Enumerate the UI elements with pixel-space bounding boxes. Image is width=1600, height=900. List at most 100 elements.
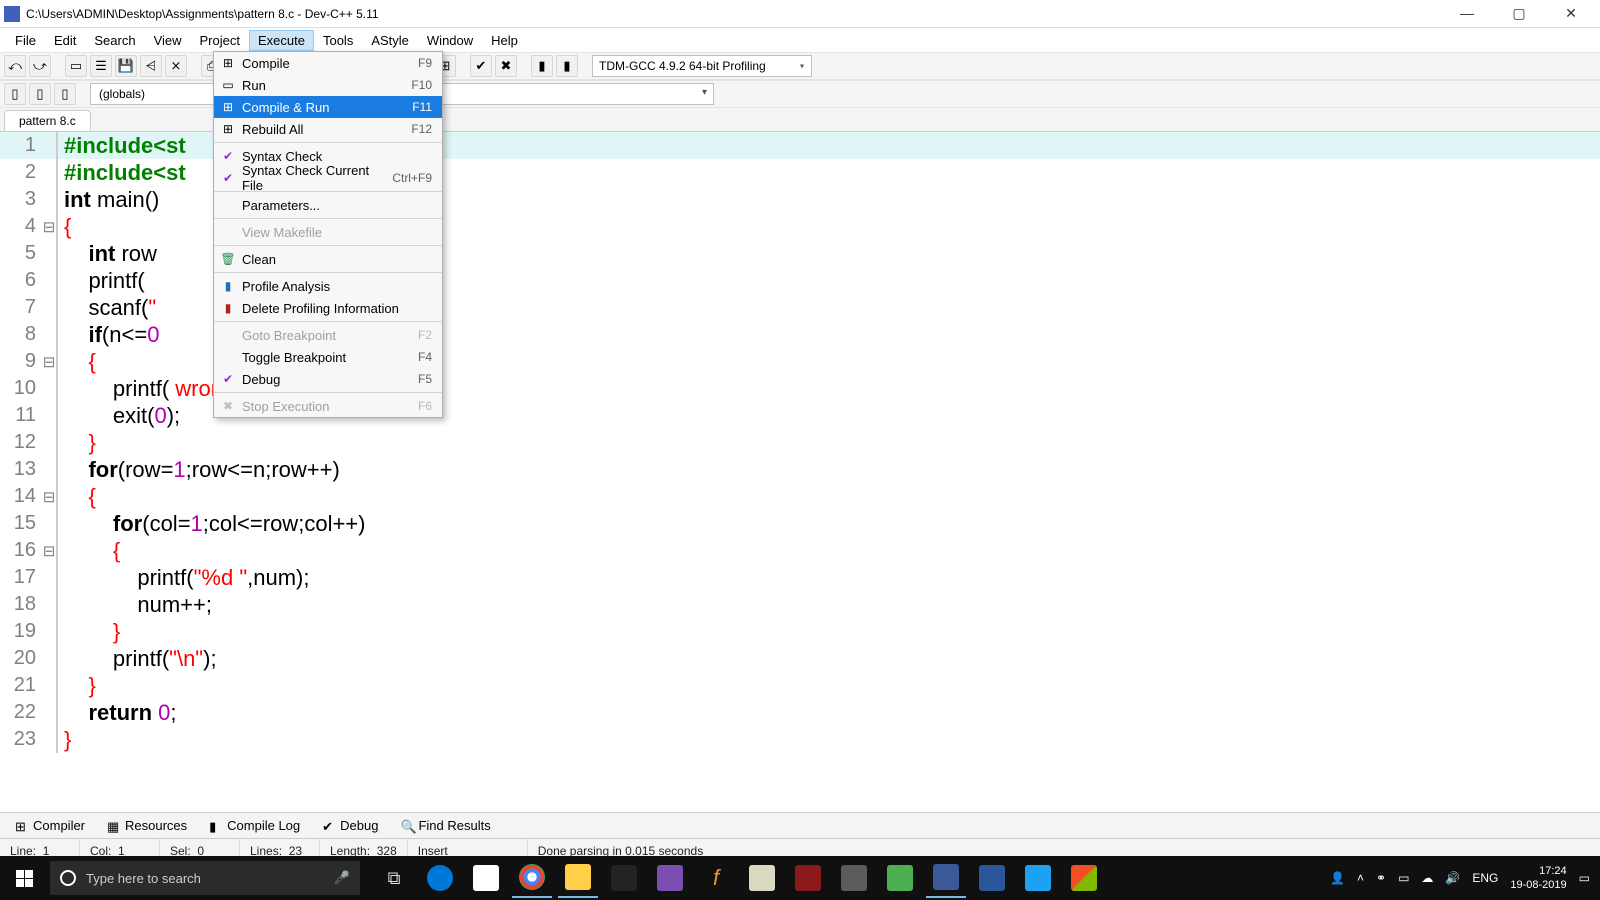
code-line[interactable]: 22 return 0;: [0, 699, 1600, 726]
code-line[interactable]: 12 }: [0, 429, 1600, 456]
edge-app[interactable]: [420, 858, 460, 898]
menu-item-delete-profiling-information[interactable]: ▮Delete Profiling Information: [214, 297, 442, 319]
file-explorer-app[interactable]: [558, 858, 598, 898]
tray-chevron-icon[interactable]: ˄: [1357, 871, 1364, 885]
stop-button[interactable]: ✖: [495, 55, 517, 77]
menu-view[interactable]: View: [145, 30, 191, 51]
battery-icon[interactable]: ▭: [1398, 871, 1409, 885]
menu-window[interactable]: Window: [418, 30, 482, 51]
fold-toggle[interactable]: ⊟: [42, 353, 56, 371]
toggle-bookmark-button[interactable]: ▯: [54, 83, 76, 105]
twitter-app[interactable]: [1018, 858, 1058, 898]
delete-profile-button[interactable]: ▮: [556, 55, 578, 77]
menu-file[interactable]: File: [6, 30, 45, 51]
save-button[interactable]: 💾: [115, 55, 137, 77]
code-line[interactable]: 20 printf("\n");: [0, 645, 1600, 672]
close-file-button[interactable]: ⨯: [165, 55, 187, 77]
task-view-button[interactable]: ⧉: [374, 858, 414, 898]
devcpp-app[interactable]: [926, 858, 966, 898]
debug-button[interactable]: ✔: [470, 55, 492, 77]
line-number: 17: [0, 566, 42, 589]
mail-app[interactable]: [834, 858, 874, 898]
back-button[interactable]: ⤺: [4, 55, 26, 77]
chrome-app[interactable]: [512, 858, 552, 898]
bottom-tab-compile-log[interactable]: ▮Compile Log: [200, 814, 309, 837]
compiler-selector-value: TDM-GCC 4.9.2 64-bit Profiling: [599, 59, 766, 73]
app-red[interactable]: [788, 858, 828, 898]
menu-execute[interactable]: Execute: [249, 30, 314, 51]
menu-edit[interactable]: Edit: [45, 30, 85, 51]
profile-button[interactable]: ▮: [531, 55, 553, 77]
menu-item-compile[interactable]: ⊞CompileF9: [214, 52, 442, 74]
fold-toggle[interactable]: ⊟: [42, 218, 56, 236]
menu-item-profile-analysis[interactable]: ▮Profile Analysis: [214, 275, 442, 297]
bottom-tab-label: Resources: [125, 818, 187, 833]
menu-item-clean[interactable]: 🗑Clean: [214, 248, 442, 270]
notepad-app[interactable]: [742, 858, 782, 898]
save-all-button[interactable]: ⩤: [140, 55, 162, 77]
onedrive-icon[interactable]: ☁: [1421, 871, 1433, 885]
menu-item-syntax-check-current-file[interactable]: ✔Syntax Check Current FileCtrl+F9: [214, 167, 442, 189]
code-line[interactable]: 17 printf("%d ",num);: [0, 564, 1600, 591]
code-text: }: [64, 619, 120, 645]
new-file-button[interactable]: ▭: [65, 55, 87, 77]
menu-help[interactable]: Help: [482, 30, 527, 51]
code-line[interactable]: 16⊟ {: [0, 537, 1600, 564]
fold-toggle[interactable]: ⊟: [42, 542, 56, 560]
menu-item-debug[interactable]: ✔DebugF5: [214, 368, 442, 390]
menu-astyle[interactable]: AStyle: [362, 30, 418, 51]
menu-item-toggle-breakpoint[interactable]: Toggle BreakpointF4: [214, 346, 442, 368]
onenote-app[interactable]: [650, 858, 690, 898]
wifi-icon[interactable]: ⚭: [1376, 871, 1386, 885]
code-line[interactable]: 15 for(col=1;col<=row;col++): [0, 510, 1600, 537]
word-app[interactable]: [972, 858, 1012, 898]
bottom-tab-resources[interactable]: ▦Resources: [98, 814, 196, 837]
terminal-app[interactable]: [604, 858, 644, 898]
volume-icon[interactable]: 🔊: [1445, 871, 1460, 885]
action-center-icon[interactable]: ▭: [1579, 871, 1590, 885]
close-button[interactable]: ✕: [1556, 5, 1586, 22]
code-line[interactable]: 19 }: [0, 618, 1600, 645]
bottom-tab-find-results[interactable]: 🔍Find Results: [391, 814, 499, 837]
minimize-button[interactable]: —: [1452, 5, 1482, 22]
execute-menu-dropdown: ⊞CompileF9▭RunF10⊞Compile & RunF11⊞Rebui…: [213, 51, 443, 418]
menu-search[interactable]: Search: [85, 30, 144, 51]
menu-item-compile-run[interactable]: ⊞Compile & RunF11: [214, 96, 442, 118]
open-button[interactable]: ☰: [90, 55, 112, 77]
mic-icon[interactable]: 🎤: [334, 870, 350, 886]
app-f[interactable]: f: [696, 858, 736, 898]
forward-button[interactable]: ⤻: [29, 55, 51, 77]
menu-item-icon: ⊞: [218, 56, 238, 70]
menu-item-label: Clean: [238, 252, 432, 267]
menu-item-label: Profile Analysis: [238, 279, 432, 294]
maximize-button[interactable]: ▢: [1504, 5, 1534, 22]
menu-item-parameters-[interactable]: Parameters...: [214, 194, 442, 216]
language-indicator[interactable]: ENG: [1472, 871, 1498, 885]
file-tab-active[interactable]: pattern 8.c: [4, 110, 91, 131]
goto-func-button[interactable]: ▯: [4, 83, 26, 105]
store-app[interactable]: [466, 858, 506, 898]
app-green[interactable]: [880, 858, 920, 898]
menu-item-view-makefile: View Makefile: [214, 221, 442, 243]
code-text: #include<st: [64, 133, 186, 159]
code-line[interactable]: 13 for(row=1;row<=n;row++): [0, 456, 1600, 483]
code-line[interactable]: 23}: [0, 726, 1600, 753]
code-line[interactable]: 21 }: [0, 672, 1600, 699]
goto-bookmark-button[interactable]: ▯: [29, 83, 51, 105]
start-button[interactable]: [0, 856, 48, 900]
menu-tools[interactable]: Tools: [314, 30, 362, 51]
code-line[interactable]: 14⊟ {: [0, 483, 1600, 510]
bottom-tab-debug[interactable]: ✔Debug: [313, 814, 387, 837]
compiler-selector[interactable]: TDM-GCC 4.9.2 64-bit Profiling: [592, 55, 812, 77]
ms-app[interactable]: [1064, 858, 1104, 898]
taskbar-clock[interactable]: 17:24 19-08-2019: [1510, 864, 1566, 892]
fold-toggle[interactable]: ⊟: [42, 488, 56, 506]
taskbar-search[interactable]: Type here to search 🎤: [50, 861, 360, 895]
bottom-tab-compiler[interactable]: ⊞Compiler: [6, 814, 94, 837]
menu-item-run[interactable]: ▭RunF10: [214, 74, 442, 96]
menu-item-rebuild-all[interactable]: ⊞Rebuild AllF12: [214, 118, 442, 140]
code-line[interactable]: 18 num++;: [0, 591, 1600, 618]
system-tray: 👤 ˄ ⚭ ▭ ☁ 🔊 ENG 17:24 19-08-2019 ▭: [1330, 864, 1600, 892]
people-icon[interactable]: 👤: [1330, 871, 1345, 885]
menu-project[interactable]: Project: [191, 30, 249, 51]
